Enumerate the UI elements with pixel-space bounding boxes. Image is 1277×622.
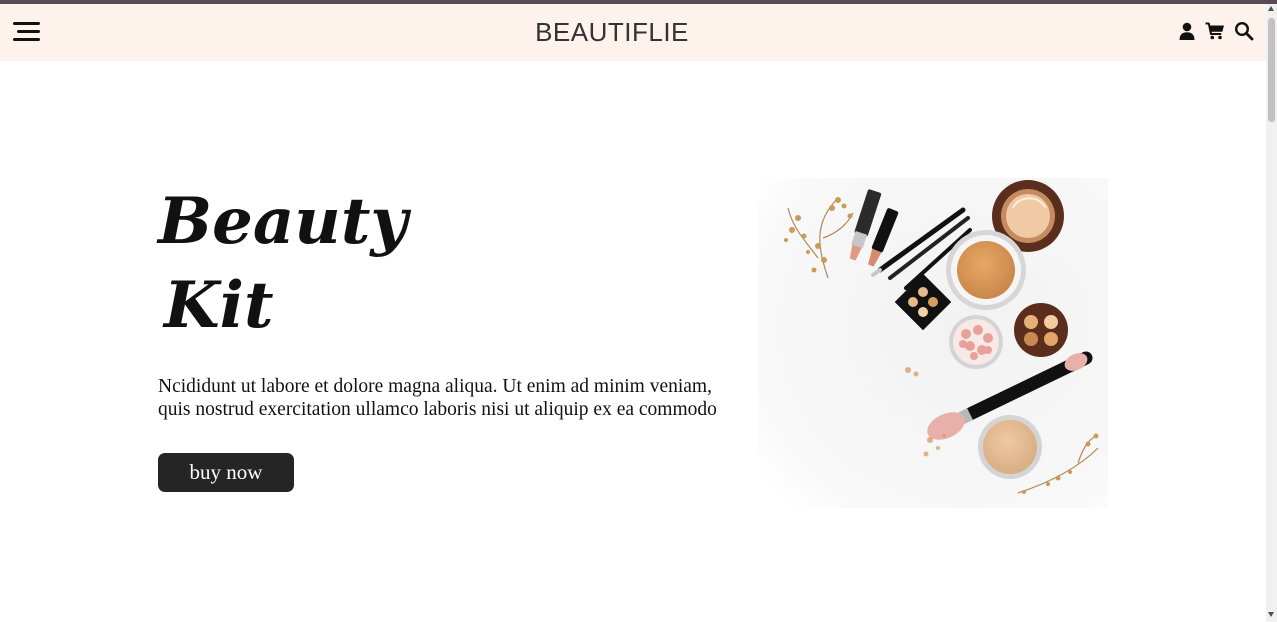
hero-title: Beauty Kit [158, 180, 408, 348]
user-icon[interactable] [1177, 21, 1197, 41]
buy-now-button[interactable]: buy now [158, 453, 294, 492]
hero-title-line-1: Beauty [158, 184, 408, 259]
site-header: BEAUTIFLIE [0, 4, 1266, 61]
hero-title-line-2: Kit [164, 268, 274, 343]
cart-icon[interactable] [1205, 21, 1225, 41]
scroll-down-arrow-icon[interactable] [1268, 612, 1274, 617]
scroll-thumb[interactable] [1268, 18, 1275, 122]
page-scrollbar[interactable] [1266, 4, 1277, 622]
brand-logo[interactable]: BEAUTIFLIE [0, 17, 1224, 48]
hero-description: Ncididunt ut labore et dolore magna aliq… [158, 376, 717, 420]
makeup-products-image [758, 178, 1108, 508]
search-icon[interactable] [1234, 21, 1254, 41]
scroll-up-arrow-icon[interactable] [1268, 6, 1274, 11]
